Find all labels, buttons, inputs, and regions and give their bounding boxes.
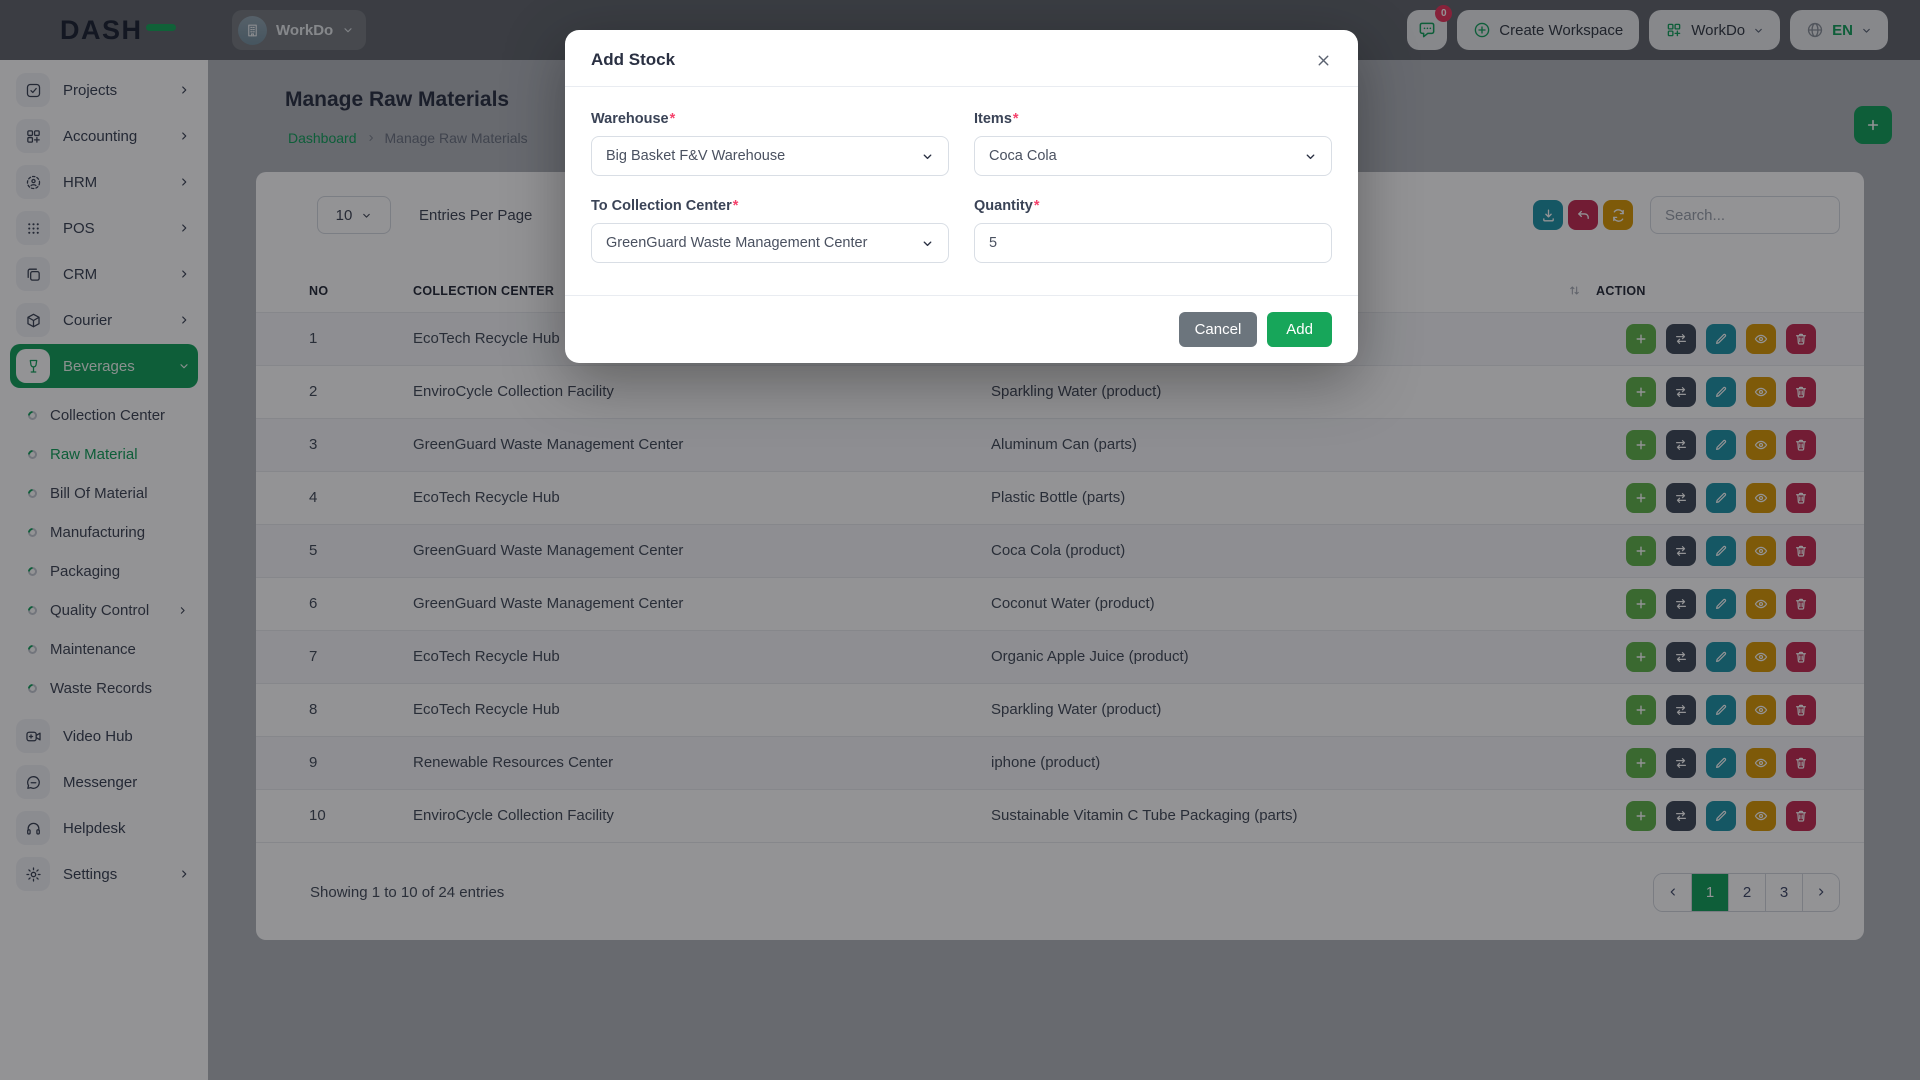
close-button[interactable] <box>1315 52 1332 69</box>
required-mark: * <box>733 198 739 214</box>
close-icon <box>1315 52 1332 69</box>
required-mark: * <box>1013 111 1019 127</box>
collection-center-select[interactable]: GreenGuard Waste Management Center <box>591 223 949 263</box>
collection-center-label: To Collection Center* <box>591 198 949 214</box>
chevron-down-icon <box>921 237 934 250</box>
warehouse-select[interactable]: Big Basket F&V Warehouse <box>591 136 949 176</box>
chevron-down-icon <box>921 150 934 163</box>
required-mark: * <box>1034 198 1040 214</box>
warehouse-value: Big Basket F&V Warehouse <box>606 148 785 164</box>
quantity-input[interactable] <box>974 223 1332 263</box>
modal-title: Add Stock <box>591 50 675 70</box>
add-button[interactable]: Add <box>1267 312 1332 347</box>
items-label: Items* <box>974 111 1332 127</box>
warehouse-label: Warehouse* <box>591 111 949 127</box>
items-select[interactable]: Coca Cola <box>974 136 1332 176</box>
cancel-button[interactable]: Cancel <box>1179 312 1258 347</box>
items-value: Coca Cola <box>989 148 1057 164</box>
chevron-down-icon <box>1304 150 1317 163</box>
quantity-label: Quantity* <box>974 198 1332 214</box>
collection-center-value: GreenGuard Waste Management Center <box>606 235 867 251</box>
add-stock-modal: Add Stock Warehouse* Big Basket F&V Ware… <box>565 30 1358 363</box>
required-mark: * <box>670 111 676 127</box>
